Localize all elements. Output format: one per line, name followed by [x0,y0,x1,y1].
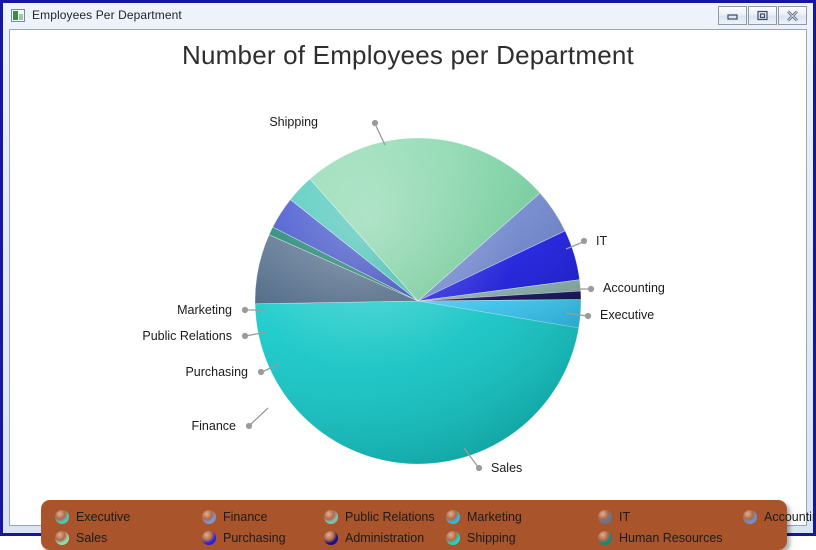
legend-swatch-icon [55,509,69,524]
chart-legend: Executive Finance Public Relations Marketin… [41,500,816,550]
leader-dot [584,312,592,320]
maximize-icon [757,10,768,21]
pie-chart-svg [241,119,595,472]
legend-swatch-icon [55,530,69,545]
slice-label: Accounting [603,281,665,295]
minimize-icon [727,14,738,20]
legend-item[interactable]: Sales [55,530,202,545]
legend-item-label: Public Relations [345,509,435,524]
minimize-button[interactable] [718,6,747,25]
legend-item-label: IT [619,509,631,524]
legend-swatch-icon [598,509,612,524]
legend-item[interactable]: IT [598,509,743,524]
slice-label: Executive [600,308,655,322]
pie-slices [254,137,582,465]
legend-item-label: Accounting [764,509,816,524]
leader-dot [475,464,483,472]
slice-label: Purchasing [185,365,248,379]
legend-swatch-icon [743,509,757,524]
slice-label: Sales [491,461,523,475]
legend-item[interactable]: Public Relations [324,509,446,524]
legend-item[interactable]: Accounting [743,509,816,524]
legend-swatch-icon [324,509,338,524]
legend-item[interactable]: Finance [202,509,324,524]
pie-chart: Shipping IT Accounting Executive Sales Financ… [10,30,812,477]
legend-swatch-icon [324,530,338,545]
leader-dot [241,332,249,340]
leader-dot [580,237,588,245]
legend-item-label: Human Resources [619,530,723,545]
application-window: Employees Per Department Number of Emplo… [0,0,816,550]
window-controls [718,6,807,25]
legend-swatch-icon [202,509,216,524]
leader-dot [245,422,253,430]
legend-grid: Executive Finance Public Relations Marketin… [55,506,816,548]
slice-label: Finance [191,419,236,433]
legend-item-label: Purchasing [223,530,286,545]
legend-item-label: Sales [76,530,108,545]
legend-item-label: Shipping [467,530,516,545]
title-bar[interactable]: Employees Per Department [3,3,813,27]
maximize-button[interactable] [748,6,777,25]
slice-label: IT [596,234,608,248]
legend-item-label: Executive [76,509,131,524]
chart-app-icon [11,8,25,22]
legend-item[interactable]: Shipping [446,530,598,545]
legend-swatch-icon [446,509,460,524]
slice-label: Marketing [177,303,232,317]
legend-swatch-icon [598,530,612,545]
leader-dot [257,368,265,376]
client-area: Number of Employees per Department Shipp… [9,29,816,550]
leader-dot [241,306,249,314]
window-title: Employees Per Department [32,8,182,22]
legend-item[interactable]: Human Resources [598,530,743,545]
legend-item-label: Marketing [467,509,522,524]
legend-item[interactable]: Administration [324,530,446,545]
legend-item[interactable]: Purchasing [202,530,324,545]
slice-label: Shipping [269,115,318,129]
legend-item-label: Finance [223,509,268,524]
legend-item[interactable]: Marketing [446,509,598,524]
leader-line [249,407,269,426]
leader-dot [371,119,379,127]
leader-dot [587,285,595,293]
legend-swatch-icon [202,530,216,545]
slice-label: Public Relations [142,329,232,343]
close-button[interactable] [778,6,807,25]
close-icon [787,10,798,21]
legend-swatch-icon [446,530,460,545]
legend-item-label: Administration [345,530,425,545]
legend-item[interactable]: Executive [55,509,202,524]
